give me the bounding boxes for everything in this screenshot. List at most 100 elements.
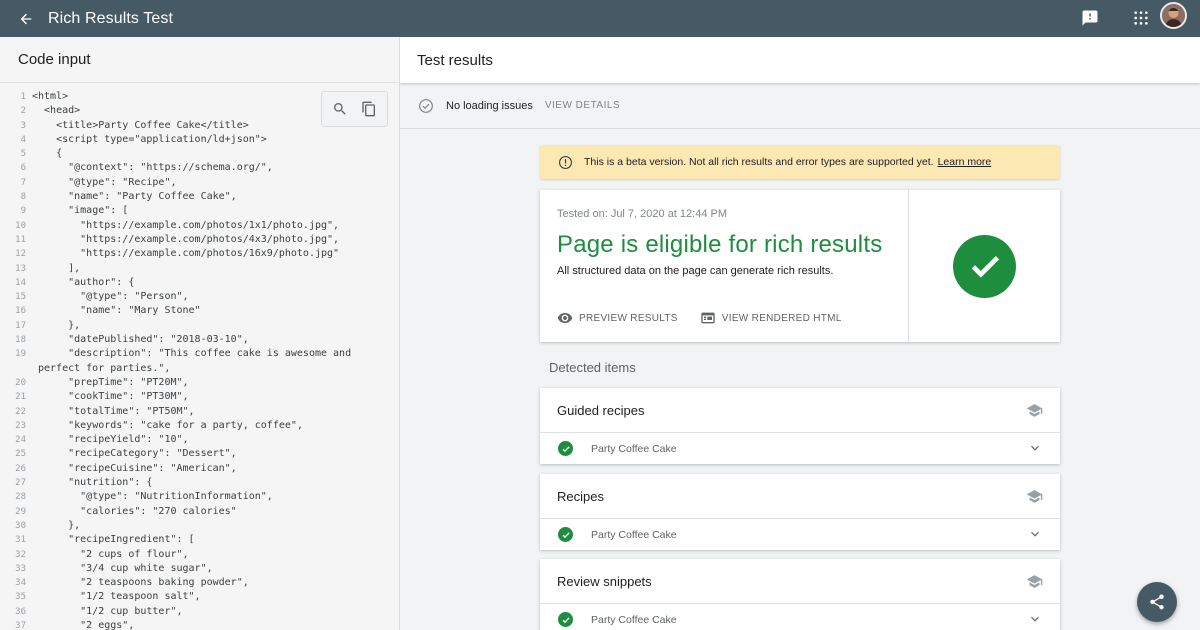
code-line: 34 "2 teaspoons baking powder", [0,576,399,590]
avatar[interactable] [1160,2,1187,29]
code-text: "https://example.com/photos/1x1/photo.jp… [32,219,340,231]
code-text: "recipeIngredient": [ [32,534,195,546]
code-line: 22 "totalTime": "PT50M", [0,405,399,419]
valid-check-icon [558,612,573,627]
line-number: 14 [15,277,26,288]
view-details-link[interactable]: VIEW DETAILS [545,100,620,111]
code-line: 27 "nutrition": { [0,476,399,490]
detected-item-header: Review snippets [540,559,1060,604]
chevron-down-icon[interactable] [1029,442,1041,454]
valid-check-icon [558,527,573,542]
view-rendered-html-button[interactable]: VIEW RENDERED HTML [700,310,842,326]
code-text: "author": { [32,276,135,288]
code-text: "@type": "Recipe", [32,176,177,188]
code-line: 37 "2 eggs", [0,619,399,630]
code-text: "cookTime": "PT30M", [32,391,189,403]
detected-item-entry: Party Coffee Cake [591,442,677,455]
code-line: 35 "1/2 teaspoon salt", [0,590,399,604]
result-status-side [908,190,1060,342]
code-text: "calories": "270 calories" [32,505,237,517]
code-line: 18 "datePublished": "2018-03-10", [0,333,399,347]
code-line: 36 "1/2 cup butter", [0,605,399,619]
top-app-bar: Rich Results Test [0,0,1200,37]
code-text: "3/4 cup white sugar", [32,562,213,574]
feedback-icon[interactable] [1078,6,1102,30]
detected-item-header: Recipes [540,474,1060,519]
code-text: ], [32,262,81,274]
test-results-header: Test results [400,37,1200,83]
code-line: 13 ], [0,262,399,276]
result-summary-main: Tested on: Jul 7, 2020 at 12:44 PM Page … [540,190,908,342]
line-number: 7 [20,177,26,188]
result-actions: PREVIEW RESULTS VIEW RENDERED HTML [557,310,864,326]
code-line: 11 "https://example.com/photos/4x3/photo… [0,233,399,247]
preview-results-label: PREVIEW RESULTS [579,312,678,324]
code-text: "2 eggs", [32,619,135,630]
code-line: 29 "calories": "270 calories" [0,505,399,519]
info-icon [559,155,572,169]
code-line: 19 "description": "This coffee cake is a… [0,347,399,361]
apps-grid-icon[interactable] [1129,6,1153,30]
graduation-cap-icon[interactable] [1026,488,1043,505]
line-number: 35 [15,592,26,603]
copy-icon[interactable] [359,99,379,119]
code-text: <title>Party Coffee Cake</title> [32,119,249,131]
chevron-down-icon[interactable] [1029,613,1041,625]
code-text: "totalTime": "PT50M", [32,405,195,417]
preview-results-button[interactable]: PREVIEW RESULTS [557,310,678,326]
code-text: <script type="application/ld+json"> [32,133,267,145]
line-number: 26 [15,463,26,474]
code-text: "recipeCuisine": "American", [32,462,237,474]
code-line: 28 "@type": "NutritionInformation", [0,490,399,504]
result-summary-card: Tested on: Jul 7, 2020 at 12:44 PM Page … [540,190,1060,342]
code-line: 10 "https://example.com/photos/1x1/photo… [0,219,399,233]
line-number: 15 [15,292,26,303]
code-line: 6 "@context": "https://schema.org/", [0,161,399,175]
code-line: 17 }, [0,319,399,333]
code-line: 26 "recipeCuisine": "American", [0,462,399,476]
chevron-down-icon[interactable] [1029,528,1041,540]
graduation-cap-icon[interactable] [1026,402,1043,419]
code-text: "name": "Mary Stone" [32,305,201,317]
code-line: 20 "prepTime": "PT20M", [0,376,399,390]
valid-check-icon [558,441,573,456]
code-text: "@type": "Person", [32,291,189,303]
line-number: 3 [20,120,26,131]
line-number: 37 [15,620,26,630]
search-icon[interactable] [330,99,350,119]
line-number: 9 [20,206,26,217]
detected-item-header: Guided recipes [540,388,1060,433]
detected-item-card: Review snippets Party Coffee Cake [540,559,1060,630]
line-number: 16 [15,306,26,317]
detected-item-row[interactable]: Party Coffee Cake [540,433,1060,464]
code-text: perfect for parties.", [38,362,171,374]
line-number: 29 [15,506,26,517]
code-text: "nutrition": { [32,477,153,489]
line-number: 5 [20,149,26,160]
app-title: Rich Results Test [48,9,174,27]
code-tools [321,91,388,127]
line-number: 31 [15,535,26,546]
detected-item-row[interactable]: Party Coffee Cake [540,604,1060,630]
detected-item-title: Recipes [557,488,604,504]
share-button[interactable] [1137,582,1177,622]
detected-item-row[interactable]: Party Coffee Cake [540,519,1060,550]
code-line: 31 "recipeIngredient": [ [0,533,399,547]
line-number: 24 [15,435,26,446]
line-number: 32 [15,549,26,560]
code-line: 15 "@type": "Person", [0,290,399,304]
code-editor[interactable]: 1 <html> 2 <head> 3 <title>Party Coffee Cak… [0,83,399,630]
code-line: perfect for parties.", [0,362,399,376]
code-text: "description": "This coffee cake is awes… [32,348,352,360]
arrow-back-icon[interactable] [15,8,37,30]
line-number: 34 [15,578,26,589]
tested-on-timestamp: Tested on: Jul 7, 2020 at 12:44 PM [557,208,728,220]
learn-more-link[interactable]: Learn more [938,156,992,168]
line-number: 33 [15,563,26,574]
eye-icon [557,313,573,323]
code-line: 33 "3/4 cup white sugar", [0,562,399,576]
success-check-icon [953,234,1016,298]
graduation-cap-icon[interactable] [1026,573,1043,590]
line-number: 21 [15,392,26,403]
code-text: "https://example.com/photos/4x3/photo.jp… [32,233,340,245]
